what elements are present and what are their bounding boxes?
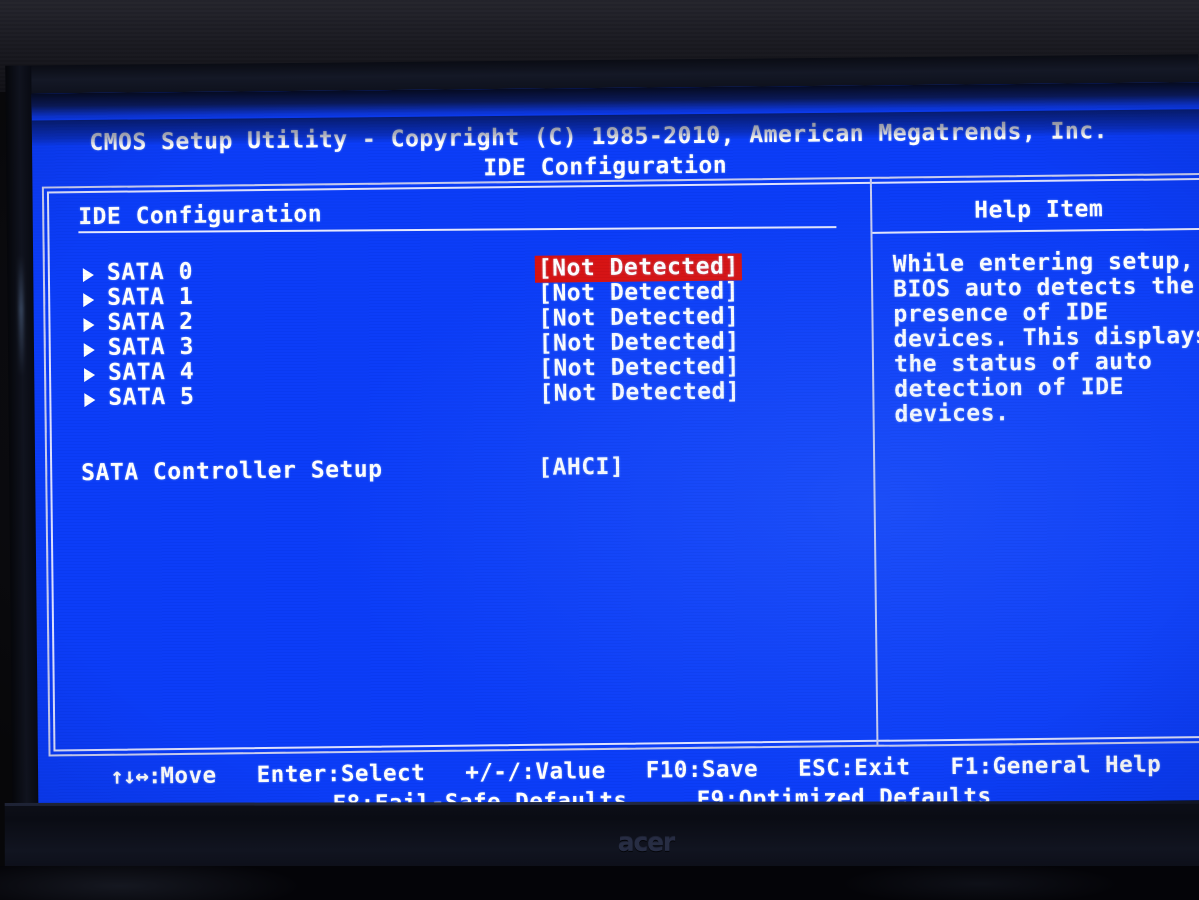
help-panel-text: While entering setup, BIOS auto detects … (892, 248, 1199, 428)
menu-item-label: SATA Controller Setup (81, 456, 383, 487)
monitor-photo: CMOS Setup Utility - Copyright (C) 1985-… (0, 0, 1199, 900)
key-name: ESC: (798, 755, 855, 782)
triangle-right-icon (83, 292, 95, 308)
key-hint-label: Save (701, 756, 759, 783)
monitor-body: CMOS Setup Utility - Copyright (C) 1985-… (4, 54, 1199, 900)
triangle-right-icon (82, 267, 94, 283)
sata-device-list: SATA 0 [Not Detected] SATA 1 [Not Detect… (79, 253, 841, 412)
menu-item-label: SATA 1 (107, 283, 194, 311)
bios-screen: CMOS Setup Utility - Copyright (C) 1985-… (31, 82, 1199, 812)
menu-item-label: SATA 4 (107, 358, 195, 386)
status-badge[interactable]: [Not Detected] (535, 253, 741, 282)
triangle-right-icon (83, 317, 95, 333)
menu-item-label: SATA 0 (106, 258, 194, 286)
key-hint-move: ↑↓↔:Move (110, 763, 217, 790)
key-hint-value: +/-/:Value (465, 758, 606, 786)
status-badge[interactable]: [Not Detected] (536, 278, 741, 306)
menu-item-label: SATA 3 (107, 333, 195, 361)
bios-ui: CMOS Setup Utility - Copyright (C) 1985-… (32, 82, 1199, 811)
key-hint-enter: Enter:Select (256, 760, 425, 788)
key-hint-save: F10:Save (646, 756, 759, 783)
bezel-glint (18, 255, 25, 376)
key-name: F1: (950, 753, 993, 780)
brand-logo: acer (617, 827, 675, 857)
key-hint-label: Select (340, 760, 426, 788)
key-name: Enter: (256, 761, 342, 789)
key-hint-general-help: F1:General Help (950, 752, 1161, 780)
key-name: F10: (645, 756, 703, 784)
key-hint-label: General Help (992, 751, 1162, 780)
triangle-right-icon (83, 367, 96, 383)
monitor-screen: CMOS Setup Utility - Copyright (C) 1985-… (31, 82, 1199, 812)
key-hint-label: Exit (854, 754, 911, 782)
menu-item-label: SATA 5 (108, 383, 195, 411)
key-hint-exit: ESC:Exit (798, 754, 911, 781)
key-hint-label: Move (160, 762, 217, 790)
status-badge[interactable]: [Not Detected] (537, 328, 742, 356)
status-badge[interactable]: [Not Detected] (537, 378, 742, 406)
key-name: +/-/: (465, 758, 536, 786)
arrow-keys-icon: ↑↓↔: (110, 763, 161, 790)
triangle-right-icon (84, 392, 96, 408)
triangle-right-icon (83, 342, 95, 358)
menu-item-value[interactable]: [AHCI] (538, 454, 624, 481)
status-badge[interactable]: [Not Detected] (537, 353, 742, 381)
titlebar-copyright: CMOS Setup Utility - Copyright (C) 1985-… (89, 118, 1109, 157)
desk-background-clutter (0, 866, 1199, 900)
key-hint-label: Value (535, 758, 606, 785)
help-panel-title: Help Item (974, 196, 1104, 224)
menu-item-label: SATA 2 (107, 308, 194, 336)
page-title: IDE Configuration (78, 201, 323, 231)
status-badge[interactable]: [Not Detected] (536, 303, 741, 331)
